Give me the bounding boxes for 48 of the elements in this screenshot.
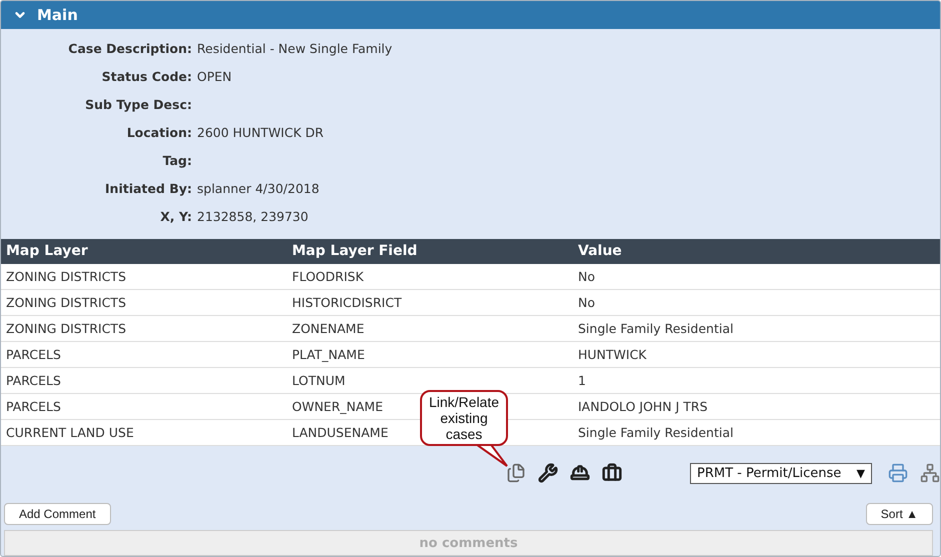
- empty-comments-message: no comments: [4, 530, 933, 556]
- copy-icon[interactable]: [506, 463, 526, 484]
- table-cell: ZONING DISTRICTS: [6, 268, 126, 284]
- table-cell: PLAT_NAME: [292, 346, 365, 362]
- table-cell: 1: [578, 372, 586, 388]
- table-cell: Single Family Residential: [578, 424, 734, 440]
- field-value: Residential - New Single Family: [197, 41, 392, 56]
- field-label: Initiated By:: [104, 181, 193, 196]
- table-cell: HUNTWICK: [578, 346, 647, 362]
- field-value: splanner 4/30/2018: [197, 181, 320, 196]
- panel-header[interactable]: Main: [1, 1, 940, 29]
- hierarchy-icon[interactable]: [920, 463, 940, 484]
- sort-button[interactable]: Sort ▲: [866, 503, 933, 526]
- column-header: Value: [577, 243, 623, 260]
- field-label: Tag:: [162, 153, 193, 168]
- table-cell: PARCELS: [6, 372, 61, 388]
- table-cell: LANDUSENAME: [292, 424, 388, 440]
- table-cell: No: [578, 294, 595, 310]
- field-label: Case Description:: [67, 41, 193, 56]
- table-cell: FLOODRISK: [292, 268, 364, 284]
- field-label: Location:: [126, 125, 193, 140]
- print-icon[interactable]: [888, 463, 908, 484]
- field-label: X, Y:: [159, 209, 193, 224]
- field-label: Sub Type Desc:: [84, 97, 193, 112]
- briefcase-icon[interactable]: [602, 463, 622, 484]
- wrench-icon[interactable]: [538, 463, 558, 484]
- column-header: Map Layer: [5, 243, 89, 260]
- table-cell: No: [578, 268, 595, 284]
- panel-title: Main: [37, 6, 78, 24]
- table-cell: ZONING DISTRICTS: [6, 320, 126, 336]
- table-cell: HISTORICDISRICT: [292, 294, 402, 310]
- table-cell: Single Family Residential: [578, 320, 734, 336]
- field-value: OPEN: [197, 69, 232, 84]
- table-cell: PARCELS: [6, 346, 61, 362]
- field-value: 2600 HUNTWICK DR: [197, 125, 324, 140]
- table-cell: PARCELS: [6, 398, 61, 414]
- table-cell: LOTNUM: [292, 372, 346, 388]
- field-label: Status Code:: [100, 69, 193, 84]
- column-header: Map Layer Field: [291, 243, 418, 260]
- case-type-select[interactable]: PRMT - Permit/License ▼: [690, 462, 872, 484]
- field-value: 2132858, 239730: [197, 209, 308, 224]
- add-comment-button[interactable]: Add Comment: [4, 503, 111, 526]
- table-cell: IANDOLO JOHN J TRS: [578, 398, 708, 414]
- table-cell: ZONING DISTRICTS: [6, 294, 126, 310]
- table-cell: ZONENAME: [292, 320, 364, 336]
- table-cell: OWNER_NAME: [292, 398, 383, 414]
- table-cell: CURRENT LAND USE: [6, 424, 134, 440]
- dropdown-caret-icon: ▼: [856, 466, 865, 480]
